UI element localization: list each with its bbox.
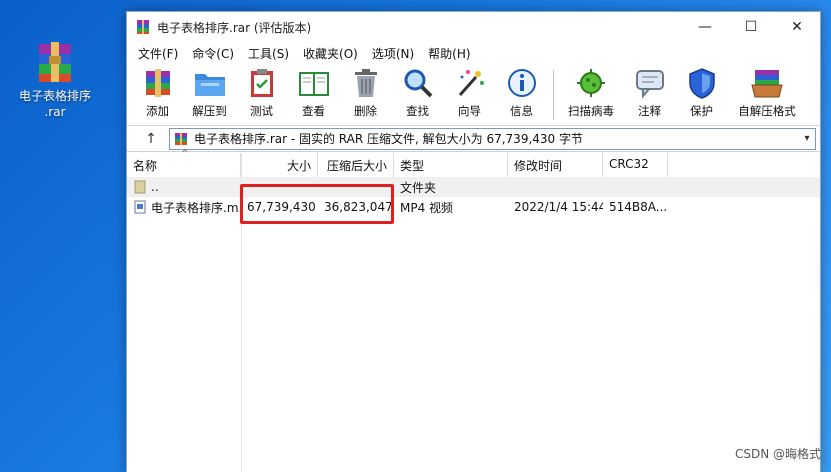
trash-icon: [348, 66, 384, 100]
menu-favorites[interactable]: 收藏夹(O): [296, 45, 365, 62]
menu-commands[interactable]: 命令(C): [185, 45, 241, 62]
toolbar-label: 自解压格式: [738, 104, 796, 118]
toolbar-label: 添加: [146, 104, 169, 118]
up-arrow-icon[interactable]: ↑: [133, 131, 169, 147]
column-name-label: 名称: [133, 159, 158, 173]
column-size-header[interactable]: 大小: [241, 153, 318, 177]
column-modified-header[interactable]: 修改时间: [508, 153, 603, 177]
toolbar: 添加 解压到 测试 查看 删除 查找 向导 信息 扫描病毒 注释 保护 自解压格…: [127, 64, 820, 126]
title-bar[interactable]: 电子表格排序.rar (评估版本) — ☐ ✕: [127, 12, 820, 42]
toolbar-label: 测试: [250, 104, 273, 118]
row-crc: 514B8A...: [609, 200, 668, 214]
toolbar-label: 信息: [510, 104, 533, 118]
row-name: ..: [151, 180, 159, 194]
toolbar-comment-button[interactable]: 注释: [627, 66, 672, 119]
size-highlight-box: [240, 184, 394, 224]
toolbar-label: 查找: [406, 104, 429, 118]
window-title: 电子表格排序.rar (评估版本): [157, 20, 312, 35]
toolbar-view-button[interactable]: 查看: [291, 66, 336, 119]
magnifier-icon: [400, 66, 436, 100]
address-bar: ↑ 电子表格排序.rar - 固实的 RAR 压缩文件, 解包大小为 67,73…: [127, 126, 820, 152]
view-book-icon: [296, 66, 332, 100]
toolbar-label: 删除: [354, 104, 377, 118]
toolbar-extract-button[interactable]: 解压到: [187, 66, 232, 119]
toolbar-wizard-button[interactable]: 向导: [447, 66, 492, 119]
watermark: CSDN @晦格式: [734, 447, 821, 461]
menu-bar: 文件(F) 命令(C) 工具(S) 收藏夹(O) 选项(N) 帮助(H): [127, 42, 820, 64]
sfx-box-icon: [749, 66, 785, 100]
row-type: 文件夹: [400, 180, 437, 195]
archive-small-icon: [174, 132, 188, 146]
row-name-cell: ..: [127, 180, 241, 194]
toolbar-label: 注释: [638, 104, 661, 118]
address-box[interactable]: 电子表格排序.rar - 固实的 RAR 压缩文件, 解包大小为 67,739,…: [169, 127, 816, 150]
column-packed-header[interactable]: 压缩后大小: [318, 153, 394, 177]
winrar-app-icon: [135, 19, 151, 35]
toolbar-label: 保护: [690, 104, 713, 118]
add-archive-icon: [140, 66, 176, 100]
row-type: MP4 视频: [400, 200, 454, 215]
shield-icon: [684, 66, 720, 100]
winrar-archive-icon: [31, 40, 79, 84]
toolbar-label: 向导: [458, 104, 481, 118]
column-name-header[interactable]: 名称 ^: [127, 149, 241, 177]
toolbar-separator: [553, 70, 554, 120]
wizard-wand-icon: [452, 66, 488, 100]
toolbar-label: 扫描病毒: [568, 104, 614, 118]
toolbar-label: 查看: [302, 104, 325, 118]
desktop-icon-label-line1: 电子表格排序: [18, 89, 91, 103]
toolbar-find-button[interactable]: 查找: [395, 66, 440, 119]
toolbar-add-button[interactable]: 添加: [135, 66, 180, 119]
toolbar-protect-button[interactable]: 保护: [679, 66, 724, 119]
comment-icon: [632, 66, 668, 100]
sort-caret-icon: ^: [181, 149, 189, 159]
row-modified: 2022/1/4 15:44: [514, 200, 603, 214]
close-button[interactable]: ✕: [774, 12, 820, 42]
column-type-header[interactable]: 类型: [394, 153, 508, 177]
video-file-icon: [133, 200, 147, 214]
info-icon: [504, 66, 540, 100]
row-name-cell: 电子表格排序.m...: [127, 199, 241, 216]
folder-up-icon: [133, 180, 147, 194]
address-text: 电子表格排序.rar - 固实的 RAR 压缩文件, 解包大小为 67,739,…: [194, 132, 583, 146]
menu-file[interactable]: 文件(F): [131, 45, 185, 62]
column-header: 名称 ^ 大小 压缩后大小 类型 修改时间 CRC32: [127, 149, 820, 177]
toolbar-sfx-button[interactable]: 自解压格式: [731, 66, 803, 119]
test-clipboard-icon: [244, 66, 280, 100]
minimize-button[interactable]: —: [682, 12, 728, 42]
toolbar-test-button[interactable]: 测试: [239, 66, 284, 119]
file-list: 名称 ^ 大小 压缩后大小 类型 修改时间 CRC32 .. 文件夹 电子表格排…: [127, 149, 820, 472]
virus-scan-icon: [573, 66, 609, 100]
toolbar-delete-button[interactable]: 删除: [343, 66, 388, 119]
table-row[interactable]: .. 文件夹: [127, 177, 820, 197]
toolbar-virus-scan-button[interactable]: 扫描病毒: [562, 66, 620, 119]
desktop-icon-label-line2: .rar: [44, 105, 66, 119]
menu-help[interactable]: 帮助(H): [421, 45, 477, 62]
table-row[interactable]: 电子表格排序.m... 67,739,430 36,823,047 MP4 视频…: [127, 197, 820, 217]
menu-options[interactable]: 选项(N): [365, 45, 421, 62]
chevron-down-icon[interactable]: ▾: [799, 133, 815, 144]
maximize-button[interactable]: ☐: [728, 12, 774, 42]
winrar-window: 电子表格排序.rar (评估版本) — ☐ ✕ 文件(F) 命令(C) 工具(S…: [126, 11, 821, 472]
column-crc-header[interactable]: CRC32: [603, 153, 668, 177]
desktop-rar-file[interactable]: 电子表格排序 .rar: [14, 40, 96, 120]
menu-tools[interactable]: 工具(S): [241, 45, 296, 62]
row-name: 电子表格排序.m...: [151, 200, 241, 215]
extract-folder-icon: [192, 66, 228, 100]
toolbar-label: 解压到: [192, 104, 227, 118]
toolbar-info-button[interactable]: 信息: [499, 66, 544, 119]
